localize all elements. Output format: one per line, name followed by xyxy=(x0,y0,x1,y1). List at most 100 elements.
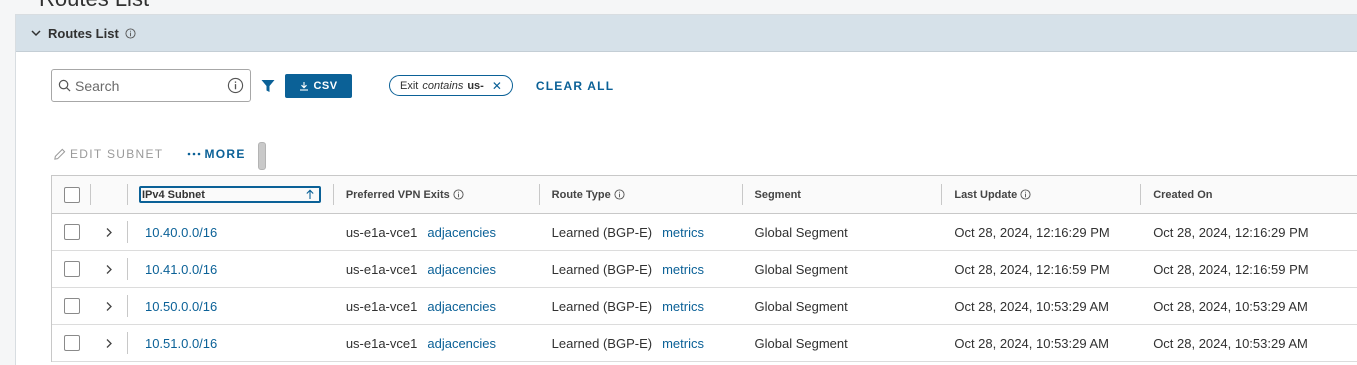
vpn-exit-cell: us-e1a-vce1 adjacencies xyxy=(334,214,540,250)
search-icon xyxy=(58,79,71,92)
panel-header[interactable]: Routes List xyxy=(16,15,1357,52)
info-icon[interactable] xyxy=(453,189,464,200)
search-box[interactable] xyxy=(51,69,251,102)
created-on-cell: Oct 28, 2024, 10:53:29 AM xyxy=(1141,325,1357,361)
segment-value: Global Segment xyxy=(754,261,848,277)
row-checkbox[interactable] xyxy=(64,224,80,240)
header-select-cell xyxy=(52,176,91,213)
subnet-link[interactable]: 10.50.0.0/16 xyxy=(139,299,217,314)
edit-subnet-label: EDIT SUBNET xyxy=(70,147,164,161)
csv-label: CSV xyxy=(313,79,338,92)
chevron-right-icon[interactable] xyxy=(103,227,113,238)
more-button[interactable]: MORE xyxy=(187,147,245,161)
column-label-vpn: Preferred VPN Exits xyxy=(345,188,450,201)
segment-value: Global Segment xyxy=(754,224,848,240)
chevron-right-icon[interactable] xyxy=(103,264,113,275)
row-expand-cell xyxy=(91,251,128,287)
table-row[interactable]: 10.50.0.0/16 us-e1a-vce1 adjacencies Lea… xyxy=(52,288,1357,325)
header-expand-cell xyxy=(91,176,128,213)
clear-all-button[interactable]: CLEAR ALL xyxy=(536,79,614,93)
column-label-subnet: IPv4 Subnet xyxy=(141,188,205,201)
row-select-cell xyxy=(52,214,91,250)
sort-ascending-icon xyxy=(305,189,315,200)
last-update-value: Oct 28, 2024, 10:53:29 AM xyxy=(954,335,1110,351)
filter-chip-field: Exit xyxy=(400,79,419,92)
table-row[interactable]: 10.41.0.0/16 us-e1a-vce1 adjacencies Lea… xyxy=(52,251,1357,288)
metrics-link[interactable]: metrics xyxy=(662,299,704,314)
subnet-cell: 10.40.0.0/16 xyxy=(128,214,334,250)
table-row[interactable]: 10.51.0.0/16 us-e1a-vce1 adjacencies Lea… xyxy=(52,325,1357,362)
row-select-cell xyxy=(52,325,91,361)
info-icon[interactable] xyxy=(227,77,244,94)
sort-header-subnet[interactable]: IPv4 Subnet xyxy=(138,186,321,203)
adjacencies-link[interactable]: adjacencies xyxy=(427,336,496,351)
download-icon xyxy=(299,81,309,91)
segment-cell: Global Segment xyxy=(743,251,943,287)
last-update-value: Oct 28, 2024, 10:53:29 AM xyxy=(954,298,1110,314)
edit-subnet-button[interactable]: EDIT SUBNET xyxy=(53,147,163,161)
info-icon[interactable] xyxy=(1020,189,1031,200)
filter-chip[interactable]: Exit contains us- ✕ xyxy=(389,75,513,96)
row-checkbox[interactable] xyxy=(64,335,80,351)
chevron-right-icon[interactable] xyxy=(103,301,113,312)
column-header-vpn[interactable]: Preferred VPN Exits xyxy=(334,176,540,213)
routes-list-panel: Routes List CSV Exit contains us- xyxy=(15,14,1357,365)
last-update-value: Oct 28, 2024, 12:16:59 PM xyxy=(954,261,1110,277)
route-type-value: Learned (BGP-E) xyxy=(551,298,653,314)
column-header-created-on[interactable]: Created On xyxy=(1141,176,1357,213)
last-update-cell: Oct 28, 2024, 12:16:59 PM xyxy=(942,251,1141,287)
chevron-right-icon[interactable] xyxy=(103,338,113,349)
segment-cell: Global Segment xyxy=(743,325,943,361)
column-header-subnet: IPv4 Subnet xyxy=(128,176,334,213)
subnet-link[interactable]: 10.51.0.0/16 xyxy=(139,336,217,351)
routes-table: IPv4 Subnet Preferred VPN Exits Route Ty… xyxy=(51,175,1357,362)
filter-chip-value: us- xyxy=(467,79,484,92)
chevron-down-icon[interactable] xyxy=(30,27,42,39)
row-checkbox[interactable] xyxy=(64,261,80,277)
info-icon[interactable] xyxy=(614,189,625,200)
column-header-route-type[interactable]: Route Type xyxy=(540,176,743,213)
row-checkbox[interactable] xyxy=(64,298,80,314)
vpn-exit-value: us-e1a-vce1 xyxy=(345,224,418,240)
segment-cell: Global Segment xyxy=(743,214,943,250)
select-all-checkbox[interactable] xyxy=(64,186,80,203)
adjacencies-link[interactable]: adjacencies xyxy=(427,225,496,240)
column-label-created-on: Created On xyxy=(1153,188,1213,201)
created-on-value: Oct 28, 2024, 10:53:29 AM xyxy=(1153,298,1308,314)
segment-value: Global Segment xyxy=(754,335,848,351)
vpn-exit-cell: us-e1a-vce1 adjacencies xyxy=(334,251,540,287)
info-icon[interactable] xyxy=(125,27,136,39)
subnet-cell: 10.50.0.0/16 xyxy=(128,288,334,324)
column-label-segment: Segment xyxy=(754,188,801,201)
filter-icon[interactable] xyxy=(261,79,275,93)
toolbar: CSV Exit contains us- ✕ CLEAR ALL xyxy=(51,69,614,102)
csv-download-button[interactable]: CSV xyxy=(285,73,352,98)
subnet-link[interactable]: 10.40.0.0/16 xyxy=(139,225,217,240)
vpn-exit-cell: us-e1a-vce1 adjacencies xyxy=(334,325,540,361)
resize-handle[interactable] xyxy=(258,142,266,170)
created-on-value: Oct 28, 2024, 10:53:29 AM xyxy=(1153,335,1308,351)
close-icon[interactable]: ✕ xyxy=(492,79,502,93)
row-expand-cell xyxy=(91,325,128,361)
subnet-link[interactable]: 10.41.0.0/16 xyxy=(139,262,217,277)
search-input[interactable] xyxy=(75,77,227,94)
last-update-cell: Oct 28, 2024, 10:53:29 AM xyxy=(942,288,1141,324)
vpn-exit-value: us-e1a-vce1 xyxy=(345,298,418,314)
route-type-cell: Learned (BGP-E) metrics xyxy=(540,288,743,324)
row-select-cell xyxy=(52,251,91,287)
last-update-cell: Oct 28, 2024, 12:16:29 PM xyxy=(942,214,1141,250)
column-header-segment[interactable]: Segment xyxy=(743,176,943,213)
adjacencies-link[interactable]: adjacencies xyxy=(427,262,496,277)
table-row[interactable]: 10.40.0.0/16 us-e1a-vce1 adjacencies Lea… xyxy=(52,214,1357,251)
pencil-icon xyxy=(53,148,66,161)
last-update-value: Oct 28, 2024, 12:16:29 PM xyxy=(954,224,1110,240)
more-label: MORE xyxy=(204,147,246,161)
route-type-cell: Learned (BGP-E) metrics xyxy=(540,214,743,250)
metrics-link[interactable]: metrics xyxy=(662,262,704,277)
adjacencies-link[interactable]: adjacencies xyxy=(427,299,496,314)
column-header-last-update[interactable]: Last Update xyxy=(942,176,1142,213)
table-header-row: IPv4 Subnet Preferred VPN Exits Route Ty… xyxy=(52,176,1357,214)
subnet-cell: 10.41.0.0/16 xyxy=(128,251,334,287)
metrics-link[interactable]: metrics xyxy=(662,336,704,351)
metrics-link[interactable]: metrics xyxy=(662,225,704,240)
